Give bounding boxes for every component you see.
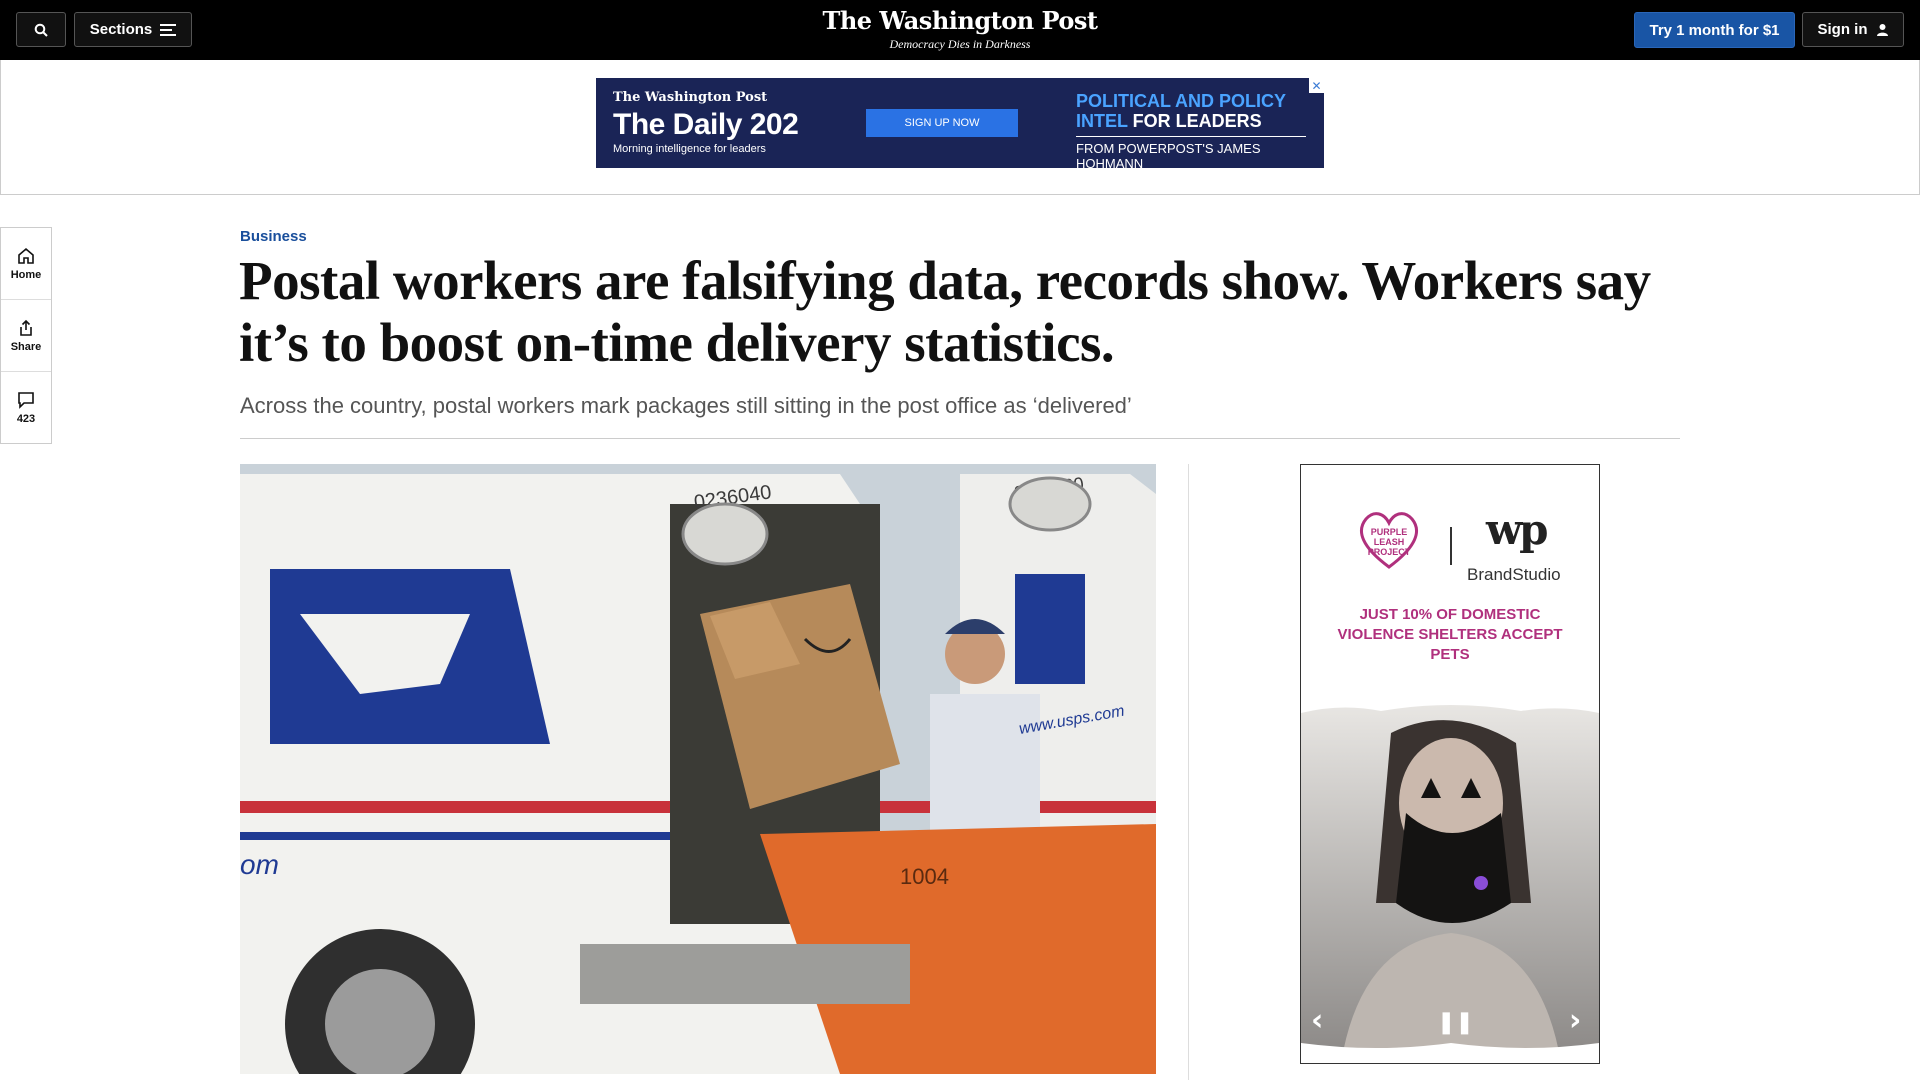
rail-home-label: Home xyxy=(10,268,42,281)
ad-close-icon[interactable]: ✕ xyxy=(1309,78,1324,93)
woman-with-cat-photo xyxy=(1301,705,1599,1063)
comments-count: 423 xyxy=(16,412,36,425)
carousel-next-icon[interactable]: › xyxy=(1569,1003,1581,1038)
ad-slogan: JUST 10% OF DOMESTIC VIOLENCE SHELTERS A… xyxy=(1337,606,1563,663)
column-divider xyxy=(1188,464,1189,1080)
comment-icon xyxy=(18,391,34,409)
ad-brand: The Washington Post xyxy=(613,90,768,105)
share-icon xyxy=(20,319,32,336)
header-divider xyxy=(240,438,1680,439)
brandstudio-label: BrandStudio xyxy=(1467,565,1561,584)
ad-from-line: FROM POWERPOST'S JAMES HOHMANN xyxy=(1076,141,1261,168)
article-dek: Across the country, postal workers mark … xyxy=(240,393,1132,418)
ad-headline: POLITICAL AND POLICY INTEL FOR LEADERS xyxy=(1076,91,1286,131)
sign-in-button[interactable]: Sign in xyxy=(1802,12,1904,47)
ad-headline-line1: POLITICAL AND POLICY xyxy=(1076,91,1287,111)
ad-signup-button[interactable]: SIGN UP NOW xyxy=(866,109,1018,137)
sections-button[interactable]: Sections xyxy=(74,12,192,47)
subscribe-button[interactable]: Try 1 month for $1 xyxy=(1634,12,1795,48)
rail-share-label: Share xyxy=(10,340,42,353)
partner-name: PURPLE LEASH PROJECT xyxy=(1367,527,1411,557)
article-headline: Postal workers are falsifying data, reco… xyxy=(239,250,1651,373)
rail-home[interactable]: Home xyxy=(1,228,51,300)
tagline: Democracy Dies in Darkness xyxy=(889,37,1031,51)
menu-icon xyxy=(160,23,177,36)
purple-leash-logo: PURPLE LEASH PROJECT xyxy=(1355,527,1423,557)
bin-number: 1004 xyxy=(900,864,949,889)
search-button[interactable] xyxy=(16,12,66,47)
user-icon xyxy=(1876,24,1888,36)
sign-in-label: Sign in xyxy=(1817,21,1868,38)
ad-headline-leaders: FOR LEADERS xyxy=(1127,111,1262,131)
ad-title: The Daily 202 xyxy=(613,108,799,141)
sections-label: Sections xyxy=(89,21,153,38)
ad-subtitle: Morning intelligence for leaders xyxy=(613,143,766,155)
rail-share[interactable]: Share xyxy=(1,300,51,372)
rail-comments[interactable]: 423 xyxy=(1,372,51,443)
brandstudio-ad[interactable]: PURPLE LEASH PROJECT wp BrandStudio JUST… xyxy=(1300,464,1600,1064)
ad-headline-intel: INTEL xyxy=(1076,111,1128,131)
wp-logo: wp xyxy=(1486,505,1549,554)
lead-photo[interactable]: 0236040 0236030 om www.usps.com 1004 xyxy=(240,464,1156,1074)
postal-truck-photo: 0236040 0236030 om www.usps.com 1004 xyxy=(240,464,1156,1074)
logo-separator xyxy=(1450,527,1452,565)
section-kicker-link[interactable]: Business xyxy=(240,228,307,245)
top-navigation-bar: Sections The Washington Post Democracy D… xyxy=(0,0,1920,60)
carousel-pause-icon[interactable]: ❚❚ xyxy=(1437,1010,1474,1035)
truck-usps-text: om xyxy=(240,849,279,880)
left-action-rail: Home Share 423 xyxy=(0,227,52,444)
ad-divider xyxy=(1076,136,1306,137)
carousel-prev-icon[interactable]: ‹ xyxy=(1311,1003,1323,1038)
daily-202-ad[interactable]: The Washington Post The Daily 202 Mornin… xyxy=(596,78,1324,168)
search-icon xyxy=(34,23,48,37)
ad-headline-line2: INTEL FOR LEADERS xyxy=(1076,111,1286,131)
masthead[interactable]: The Washington Post Democracy Dies in Da… xyxy=(760,6,1160,52)
washington-post-logo[interactable]: The Washington Post xyxy=(760,6,1160,35)
home-icon xyxy=(18,247,34,264)
